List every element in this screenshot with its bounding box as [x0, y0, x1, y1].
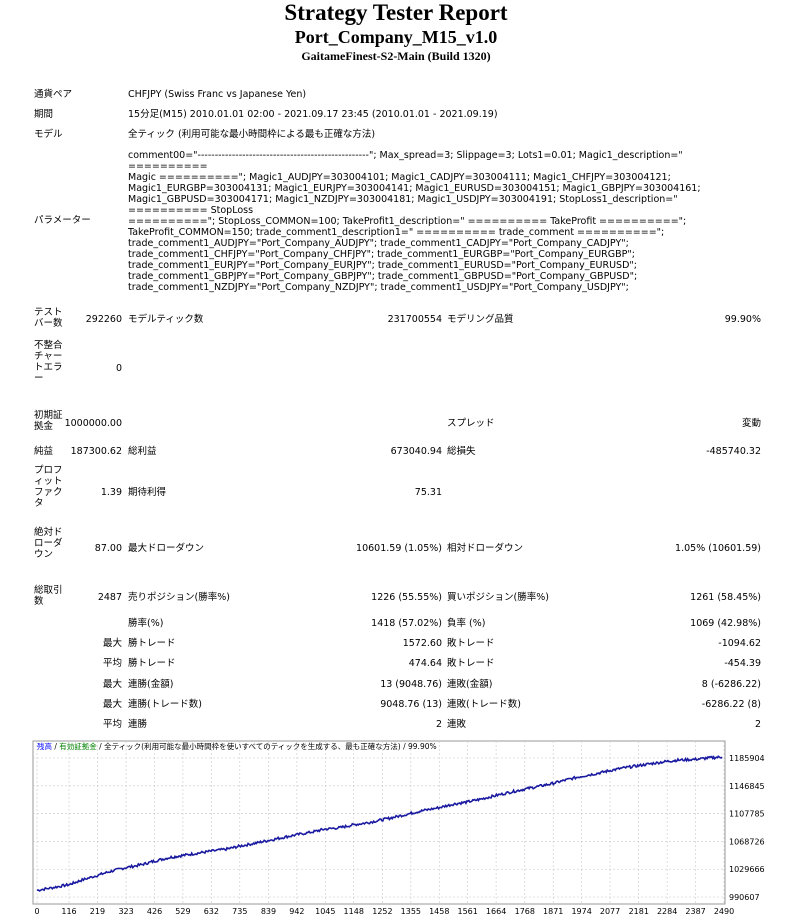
x-tick-label: 1252	[372, 907, 392, 916]
x-tick-label: 1768	[515, 907, 535, 916]
x-tick-label: 735	[232, 907, 247, 916]
x-tick-label: 2490	[714, 907, 734, 916]
x-tick-label: 1561	[458, 907, 478, 916]
y-tick-label: 1107785	[729, 810, 765, 819]
x-tick-label: 1458	[429, 907, 449, 916]
x-tick-label: 2181	[629, 907, 649, 916]
x-tick-label: 529	[175, 907, 190, 916]
x-tick-label: 426	[147, 907, 162, 916]
plot-area	[32, 740, 726, 905]
legend-equity: 有効証拠金	[59, 742, 97, 751]
x-tick-label: 1974	[571, 907, 591, 916]
x-tick-label: 116	[61, 907, 76, 916]
y-tick-label: 1146845	[729, 782, 765, 791]
y-tick-label: 990607	[729, 893, 760, 902]
legend-separator: /	[400, 742, 409, 751]
legend-model: 全ティック(利用可能な最小時間枠を使いすべてのティックを生成する、最も正確な方法…	[104, 742, 401, 751]
legend-balance: 残高	[37, 742, 52, 751]
chart-legend: 残高 / 有効証拠金 / 全ティック(利用可能な最小時間枠を使いすべてのティック…	[37, 742, 437, 752]
x-tick-label: 2284	[657, 907, 677, 916]
x-tick-label: 323	[118, 907, 133, 916]
x-tick-label: 1148	[344, 907, 364, 916]
x-tick-label: 839	[261, 907, 276, 916]
x-tick-label: 632	[204, 907, 219, 916]
x-tick-label: 942	[289, 907, 304, 916]
x-tick-label: 1664	[486, 907, 506, 916]
x-tick-label: 0	[34, 907, 39, 916]
y-tick-label: 1029666	[729, 865, 765, 874]
x-tick-label: 2387	[685, 907, 705, 916]
x-tick-label: 1355	[401, 907, 421, 916]
x-tick-label: 1871	[543, 907, 563, 916]
x-tick-label: 1045	[315, 907, 335, 916]
y-tick-label: 1068726	[729, 837, 765, 846]
x-tick-label: 2077	[600, 907, 620, 916]
x-tick-label: 219	[90, 907, 105, 916]
y-tick-label: 1185904	[729, 754, 765, 763]
balance-chart: 990607 1029666 1068726 1107785 1146845 118590…	[32, 740, 765, 916]
legend-quality: 99.90%	[408, 742, 437, 751]
legend-separator: /	[96, 742, 105, 751]
